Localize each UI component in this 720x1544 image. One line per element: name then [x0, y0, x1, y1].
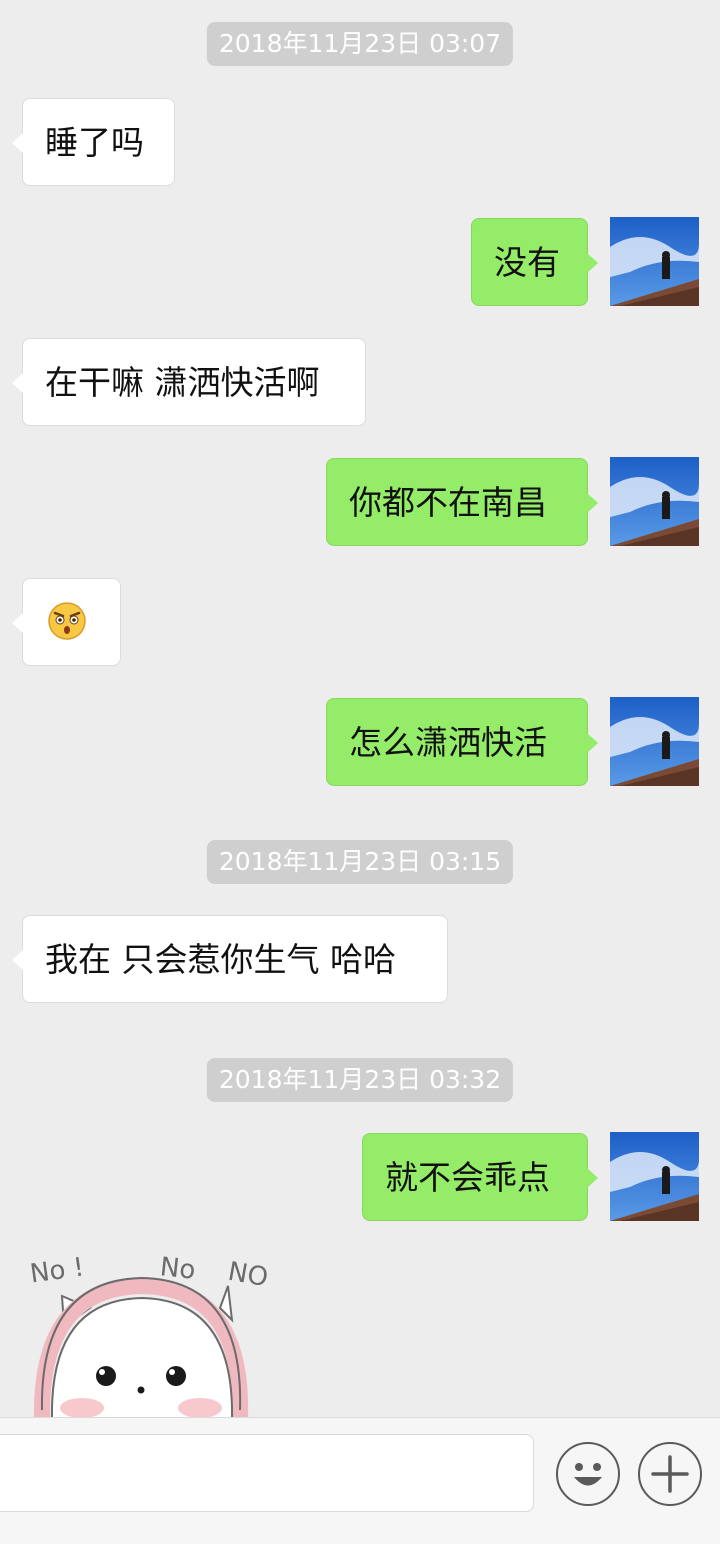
- more-button[interactable]: [638, 1442, 702, 1506]
- avatar-image: [610, 457, 699, 546]
- avatar-image: [610, 217, 699, 306]
- input-bar: [0, 1417, 720, 1544]
- message-bubble-incoming[interactable]: 我在 只会惹你生气 哈哈: [12, 915, 448, 1003]
- message-bubble-incoming[interactable]: [12, 578, 121, 666]
- avatar[interactable]: [610, 217, 699, 306]
- chat-screen: 2018年11月23日 03:07 睡了吗 没有 在干嘛 潇洒快活啊 你都不在南…: [0, 0, 720, 1544]
- message-bubble-outgoing[interactable]: 就不会乖点: [362, 1133, 598, 1221]
- smile-face-icon: [574, 1463, 602, 1486]
- angry-surprised-face-icon: [48, 602, 86, 640]
- cat-sticker-image: [33, 1276, 249, 1418]
- emoji-button[interactable]: [556, 1442, 620, 1506]
- avatar[interactable]: [610, 1132, 699, 1221]
- message-bubble-outgoing[interactable]: 怎么潇洒快活: [326, 698, 598, 786]
- message-bubble-incoming[interactable]: 睡了吗: [12, 98, 175, 186]
- timestamp: 2018年11月23日 03:07: [206, 22, 514, 66]
- avatar[interactable]: [610, 457, 699, 546]
- message-bubble-incoming[interactable]: 在干嘛 潇洒快活啊: [12, 338, 366, 426]
- plus-icon: [651, 1455, 689, 1493]
- timestamp: 2018年11月23日 03:32: [206, 1058, 514, 1102]
- message-bubble-outgoing[interactable]: 你都不在南昌: [326, 458, 598, 546]
- sticker-message[interactable]: No ! No NO: [22, 1248, 292, 1418]
- message-bubble-outgoing[interactable]: 没有: [471, 218, 598, 306]
- avatar[interactable]: [610, 697, 699, 786]
- timestamp: 2018年11月23日 03:15: [206, 840, 514, 884]
- avatar-image: [610, 1132, 699, 1221]
- avatar-image: [610, 697, 699, 786]
- message-input[interactable]: [0, 1434, 534, 1512]
